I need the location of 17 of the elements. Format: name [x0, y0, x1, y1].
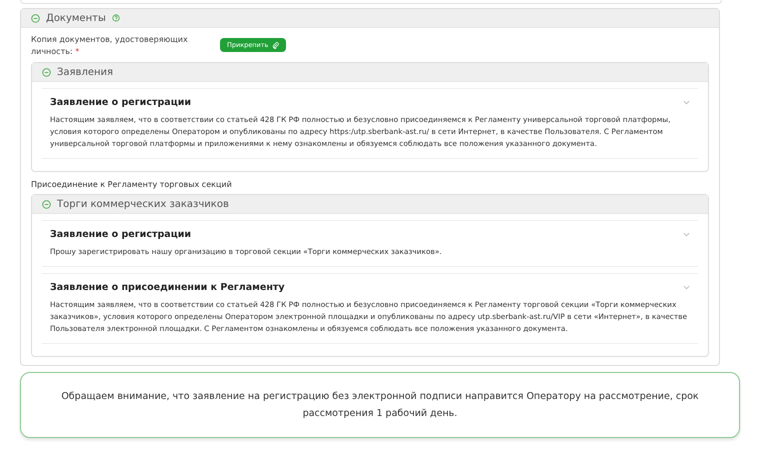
section-caption: Присоединение к Регламенту торговых секций: [31, 180, 233, 189]
field-label: Копия документов, удостоверяющих личность: *: [31, 34, 189, 58]
statement-title: Заявление о регистрации: [50, 97, 192, 108]
paperclip-icon: [272, 42, 280, 48]
chevron-down-icon[interactable]: [683, 232, 690, 237]
statement-title: Заявление о регистрации: [50, 229, 192, 240]
collapse-icon[interactable]: [31, 14, 40, 22]
chevron-down-icon[interactable]: [683, 100, 690, 105]
collapse-icon[interactable]: [42, 200, 51, 208]
collapse-icon[interactable]: [42, 68, 51, 76]
group-title: Торги коммерческих заказчиков: [57, 198, 229, 210]
chevron-down-icon[interactable]: [683, 285, 690, 290]
group-title: Заявления: [57, 66, 114, 78]
statement-title: Заявление о присоединении к Регламенту: [50, 282, 285, 293]
panel-title: Документы: [46, 12, 106, 24]
help-icon[interactable]: [112, 14, 120, 22]
notice-text: Обращаем внимание, что заявление на регистрацию без электронной подписи направится Оператору на рассмотрение, срок рассмотрения 1 рабочий день.: [61, 390, 699, 421]
